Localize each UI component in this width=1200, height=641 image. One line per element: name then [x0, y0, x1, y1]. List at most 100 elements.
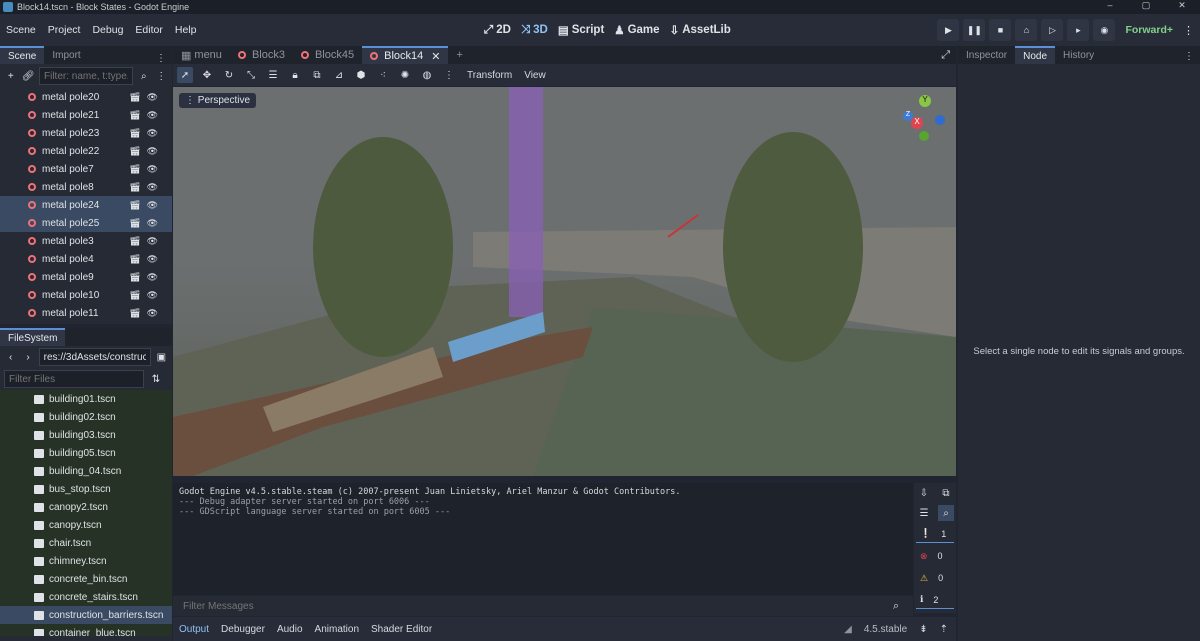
filter-messages-input[interactable]: [179, 597, 893, 615]
tab-shader-editor[interactable]: Shader Editor: [371, 624, 432, 635]
close-button[interactable]: ✕: [1164, 0, 1200, 11]
mode-3d-button[interactable]: ⤨ 3D: [521, 24, 548, 37]
visibility-eye-icon[interactable]: 👁︎: [147, 110, 158, 121]
remote-debug-button[interactable]: ⌂: [1015, 19, 1038, 41]
filter-files-input[interactable]: [4, 370, 144, 388]
scene-node-row[interactable]: metal pole23 🎬︎ 👁︎: [0, 124, 172, 142]
clapper-icon[interactable]: 🎬︎: [129, 92, 140, 103]
file-row[interactable]: concrete_bin.tscn: [0, 570, 172, 588]
tab-inspector[interactable]: Inspector: [958, 46, 1015, 64]
select-tool-icon[interactable]: ➚: [177, 67, 193, 83]
scene-node-row[interactable]: metal pole20 🎬︎ 👁︎: [0, 88, 172, 106]
clapper-icon[interactable]: 🎬︎: [129, 182, 140, 193]
z-neg-handle[interactable]: [935, 115, 945, 125]
mode-assetlib-button[interactable]: ⇩ AssetLib: [670, 23, 731, 37]
play-scene-button[interactable]: ▷: [1041, 19, 1064, 41]
scene-filter-input[interactable]: [39, 67, 133, 85]
move-tool-icon[interactable]: ✥: [199, 67, 215, 83]
scene-node-row[interactable]: metal pole10 🎬︎ 👁︎: [0, 286, 172, 304]
local-space-icon[interactable]: ⬢: [353, 67, 369, 83]
group-icon[interactable]: ⧉: [309, 67, 325, 83]
z-axis-handle[interactable]: Z: [903, 111, 913, 121]
search-icon[interactable]: ⌕: [893, 600, 899, 613]
clapper-icon[interactable]: 🎬︎: [129, 308, 140, 319]
info-filter[interactable]: ℹ2: [916, 591, 954, 609]
visibility-eye-icon[interactable]: 👁︎: [147, 290, 158, 301]
visibility-eye-icon[interactable]: 👁︎: [147, 200, 158, 211]
file-row[interactable]: chimney.tscn: [0, 552, 172, 570]
clapper-icon[interactable]: 🎬︎: [129, 272, 140, 283]
stop-button[interactable]: ■: [989, 19, 1012, 41]
visibility-eye-icon[interactable]: 👁︎: [147, 218, 158, 229]
dock-menu-icon[interactable]: ⋮: [156, 53, 172, 64]
clapper-icon[interactable]: 🎬︎: [129, 146, 140, 157]
file-row[interactable]: canopy.tscn: [0, 516, 172, 534]
pin-panel-icon[interactable]: ⇟: [919, 624, 927, 635]
toolbar-more-icon[interactable]: ⋮: [441, 67, 457, 83]
tab-filesystem[interactable]: FileSystem: [0, 328, 66, 346]
play-button[interactable]: ▶: [937, 19, 960, 41]
tab-animation[interactable]: Animation: [315, 624, 359, 635]
file-row[interactable]: building02.tscn: [0, 408, 172, 426]
clapper-icon[interactable]: 🎬︎: [129, 164, 140, 175]
view-menu[interactable]: View: [524, 70, 546, 81]
distraction-free-icon[interactable]: ⤢: [935, 49, 956, 64]
maximize-button[interactable]: ▢: [1128, 0, 1164, 11]
scene-node-row[interactable]: metal pole22 🎬︎ 👁︎: [0, 142, 172, 160]
scene-node-row[interactable]: metal pole3 🎬︎ 👁︎: [0, 232, 172, 250]
scene-node-row[interactable]: metal pole11 🎬︎ 👁︎: [0, 304, 172, 320]
file-row[interactable]: canopy2.tscn: [0, 498, 172, 516]
3d-viewport[interactable]: ⋮ Perspective Y X Z: [173, 87, 956, 476]
add-node-button[interactable]: +: [4, 68, 18, 84]
search-toggle-icon[interactable]: ⌕: [938, 505, 954, 521]
mode-game-button[interactable]: ♟ Game: [614, 23, 659, 37]
back-icon[interactable]: ‹: [4, 349, 17, 365]
mode-script-button[interactable]: ▤ Script: [558, 23, 604, 37]
visibility-eye-icon[interactable]: 👁︎: [147, 236, 158, 247]
visibility-eye-icon[interactable]: 👁︎: [147, 164, 158, 175]
scene-options-icon[interactable]: ⋮: [155, 68, 169, 84]
list-select-icon[interactable]: ☰: [265, 67, 281, 83]
sort-icon[interactable]: ⇅: [148, 371, 164, 387]
clapper-icon[interactable]: 🎬︎: [129, 218, 140, 229]
environment-preview-icon[interactable]: ◍: [419, 67, 435, 83]
scale-tool-icon[interactable]: ⤡: [243, 67, 259, 83]
tab-history[interactable]: History: [1055, 46, 1102, 64]
search-icon[interactable]: ⌕: [137, 68, 151, 84]
clapper-icon[interactable]: 🎬︎: [129, 236, 140, 247]
renderer-selector[interactable]: Forward+: [1125, 24, 1173, 36]
forward-icon[interactable]: ›: [21, 349, 34, 365]
tab-debugger[interactable]: Debugger: [221, 624, 265, 635]
sun-preview-icon[interactable]: ✺: [397, 67, 413, 83]
split-view-icon[interactable]: ▣: [155, 349, 168, 365]
visibility-eye-icon[interactable]: 👁︎: [147, 254, 158, 265]
scene-node-row[interactable]: metal pole9 🎬︎ 👁︎: [0, 268, 172, 286]
snap-icon[interactable]: ⁖: [375, 67, 391, 83]
clapper-icon[interactable]: 🎬︎: [129, 254, 140, 265]
visibility-eye-icon[interactable]: 👁︎: [147, 128, 158, 139]
perspective-button[interactable]: ⋮ Perspective: [179, 93, 257, 108]
dock-menu-icon[interactable]: ⋮: [1178, 51, 1200, 64]
scene-node-row[interactable]: metal pole25 🎬︎ 👁︎: [0, 214, 172, 232]
instance-scene-button[interactable]: 🔗︎: [22, 68, 36, 84]
mode-2d-button[interactable]: ⤢ 2D: [484, 24, 511, 37]
file-row[interactable]: container_blue.tscn: [0, 624, 172, 636]
clapper-icon[interactable]: 🎬︎: [129, 110, 140, 121]
tab-import[interactable]: Import: [44, 46, 88, 64]
menu-help[interactable]: Help: [169, 24, 203, 36]
x-axis-handle[interactable]: X: [911, 117, 923, 129]
file-row[interactable]: building03.tscn: [0, 426, 172, 444]
clapper-icon[interactable]: 🎬︎: [129, 128, 140, 139]
menu-debug[interactable]: Debug: [86, 24, 129, 36]
tab-block14[interactable]: Block14 ✕: [362, 46, 449, 64]
axis-gizmo[interactable]: Y X Z: [901, 93, 947, 143]
clear-log-icon[interactable]: ⇩: [916, 485, 932, 501]
copy-log-icon[interactable]: ⧉: [938, 485, 954, 501]
warnings-filter[interactable]: ⚠ 0: [916, 569, 954, 587]
transform-menu[interactable]: Transform: [467, 70, 512, 81]
tab-node[interactable]: Node: [1015, 46, 1056, 64]
menu-scene[interactable]: Scene: [0, 24, 42, 36]
file-row[interactable]: concrete_stairs.tscn: [0, 588, 172, 606]
visibility-eye-icon[interactable]: 👁︎: [147, 182, 158, 193]
visibility-eye-icon[interactable]: 👁︎: [147, 308, 158, 319]
